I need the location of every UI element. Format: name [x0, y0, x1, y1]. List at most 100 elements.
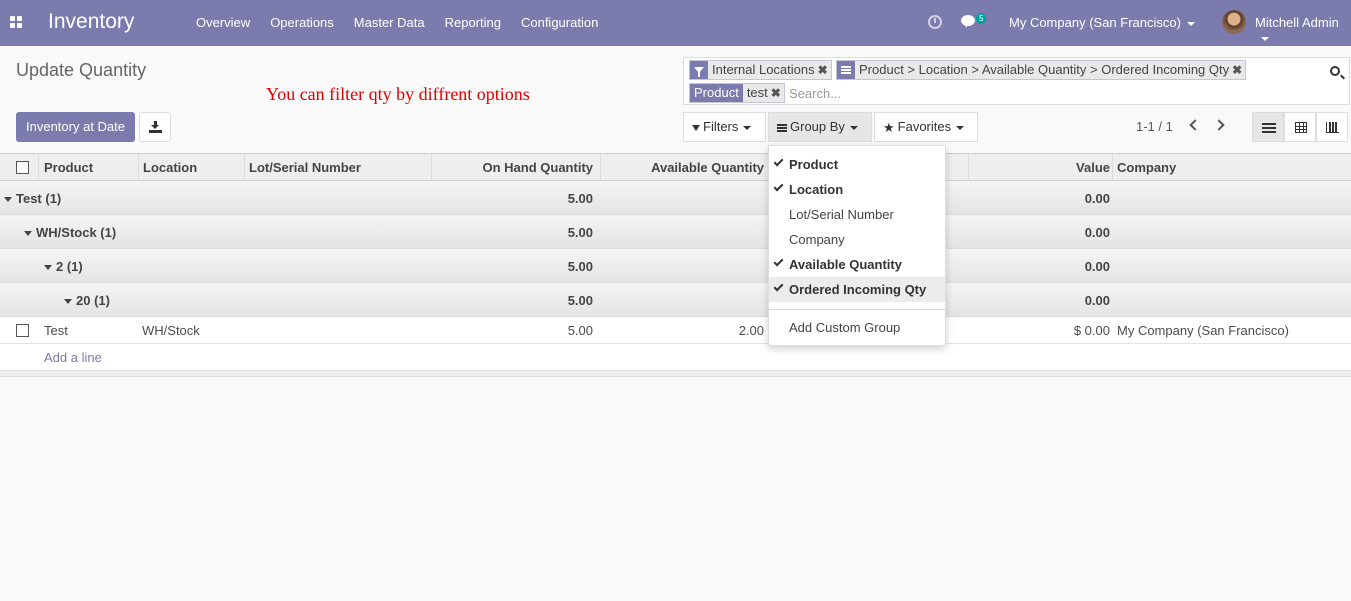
caret-down-icon: [4, 197, 12, 203]
groupby-dropdown: Product Location Lot/Serial Number Compa…: [768, 145, 946, 346]
group-value: 0.00: [1084, 259, 1110, 274]
company-name: My Company (San Francisco): [1009, 15, 1181, 30]
group-value: 0.00: [1084, 225, 1110, 240]
apps-menu-icon[interactable]: [10, 16, 22, 28]
check-icon: [773, 156, 784, 167]
groupby-option-company[interactable]: Company: [769, 227, 945, 252]
messaging-icon[interactable]: [961, 15, 975, 28]
list-view-icon[interactable]: [1252, 112, 1284, 142]
col-available[interactable]: Available Quantity: [651, 160, 764, 175]
pager-previous-icon[interactable]: [1189, 119, 1201, 131]
groupby-option-location[interactable]: Location: [769, 177, 945, 202]
group-value: 0.00: [1084, 293, 1110, 308]
groupby-icon: [837, 61, 855, 79]
favorites-label: Favorites: [897, 119, 952, 134]
menu-configuration[interactable]: Configuration: [511, 0, 608, 46]
stock-quant-list: Product Location Lot/Serial Number On Ha…: [0, 153, 1351, 377]
groupby-option-ordered-incoming[interactable]: Ordered Incoming Qty: [769, 277, 945, 302]
menu-master-data[interactable]: Master Data: [344, 0, 435, 46]
table-row[interactable]: Test WH/Stock 5.00 2.00 $ 0.00 My Compan…: [0, 317, 1351, 344]
col-lot-serial[interactable]: Lot/Serial Number: [249, 160, 361, 175]
group-row[interactable]: WH/Stock (1) 5.00 0.00: [0, 215, 1351, 249]
facet-value: test: [746, 85, 768, 100]
app-title[interactable]: Inventory: [48, 10, 134, 34]
groupby-option-available-qty[interactable]: Available Quantity: [769, 252, 945, 277]
company-switcher[interactable]: My Company (San Francisco): [1009, 15, 1195, 30]
user-menu[interactable]: Mitchell Admin: [1255, 15, 1351, 45]
check-icon: [773, 256, 784, 267]
col-product[interactable]: Product: [44, 160, 93, 175]
add-line-row: Add a line: [0, 344, 1351, 371]
group-label: 20 (1): [76, 293, 110, 308]
filter-icon: [690, 61, 708, 79]
group-label: WH/Stock (1): [36, 225, 117, 240]
check-icon: [773, 281, 784, 292]
col-company[interactable]: Company: [1117, 160, 1176, 175]
group-label: 2 (1): [56, 259, 83, 274]
menu-reporting[interactable]: Reporting: [435, 0, 511, 46]
avatar[interactable]: [1222, 10, 1246, 34]
facet-value: Internal Locations: [712, 62, 815, 77]
menu-operations[interactable]: Operations: [260, 0, 344, 46]
facet-groupby: Product > Location > Available Quantity …: [836, 60, 1247, 80]
caret-down-icon: [1261, 36, 1269, 41]
table-footer: [0, 371, 1351, 377]
main-menu: Overview Operations Master Data Reportin…: [186, 0, 608, 46]
star-icon: ★: [883, 119, 895, 135]
select-all-checkbox[interactable]: [16, 161, 29, 174]
pivot-view-icon[interactable]: [1284, 112, 1316, 142]
filters-label: Filters: [703, 119, 739, 134]
pager-next-icon[interactable]: [1213, 119, 1225, 131]
caret-down-icon: [1186, 21, 1195, 26]
groupby-option-product[interactable]: Product: [769, 152, 945, 177]
messages-count-badge: 5: [976, 13, 987, 24]
groupby-option-lot-serial[interactable]: Lot/Serial Number: [769, 202, 945, 227]
user-name: Mitchell Admin: [1255, 15, 1339, 30]
cell-available: 2.00: [738, 323, 764, 338]
favorites-button[interactable]: ★ Favorites: [874, 112, 978, 142]
search-icon[interactable]: [1330, 66, 1340, 76]
download-icon: [151, 121, 160, 129]
filter-icon: [692, 124, 700, 131]
filters-button[interactable]: Filters: [683, 112, 766, 142]
pager-value[interactable]: 1-1 / 1: [1136, 119, 1173, 134]
remove-facet-icon[interactable]: ✖: [818, 61, 831, 79]
col-on-hand[interactable]: On Hand Quantity: [483, 160, 594, 175]
cell-value: $ 0.00: [1073, 323, 1110, 338]
group-on-hand: 5.00: [567, 225, 593, 240]
cell-product: Test: [44, 323, 68, 338]
group-label: Test (1): [16, 191, 62, 206]
check-icon: [773, 181, 784, 192]
activity-clock-icon[interactable]: [928, 15, 942, 29]
add-line-link[interactable]: Add a line: [44, 350, 102, 365]
cell-location: WH/Stock: [142, 323, 200, 338]
groupby-label: Group By: [790, 119, 845, 134]
col-value[interactable]: Value: [1076, 160, 1110, 175]
facet-value: Product > Location > Available Quantity …: [859, 62, 1230, 77]
remove-facet-icon[interactable]: ✖: [1232, 61, 1245, 79]
remove-facet-icon[interactable]: ✖: [771, 84, 784, 102]
cell-on-hand: 5.00: [567, 323, 593, 338]
menu-overview[interactable]: Overview: [186, 0, 260, 46]
group-row[interactable]: Test (1) 5.00 0.00: [0, 181, 1351, 215]
download-button[interactable]: [139, 112, 171, 142]
groupby-button[interactable]: Group By: [768, 112, 872, 142]
table-header: Product Location Lot/Serial Number On Ha…: [0, 153, 1351, 181]
groupby-icon: [777, 123, 787, 132]
view-switcher: [1252, 112, 1350, 142]
inventory-at-date-button[interactable]: Inventory at Date: [16, 112, 135, 142]
annotation-text: You can filter qty by diffrent options: [266, 84, 530, 104]
group-row[interactable]: 2 (1) 5.00 0.00: [0, 249, 1351, 283]
caret-down-icon: [44, 265, 52, 271]
caret-down-icon: [64, 299, 72, 305]
row-checkbox[interactable]: [16, 324, 29, 337]
search-input[interactable]: Search...: [789, 86, 841, 101]
graph-view-icon[interactable]: [1316, 112, 1348, 142]
caret-down-icon: [24, 231, 32, 237]
add-custom-group-button[interactable]: Add Custom Group: [769, 315, 945, 340]
col-location[interactable]: Location: [143, 160, 197, 175]
search-view[interactable]: Internal Locations ✖ Product > Location …: [683, 57, 1350, 105]
group-row[interactable]: 20 (1) 5.00 0.00: [0, 283, 1351, 317]
group-on-hand: 5.00: [567, 293, 593, 308]
cell-company: My Company (San Francisco): [1117, 323, 1289, 338]
